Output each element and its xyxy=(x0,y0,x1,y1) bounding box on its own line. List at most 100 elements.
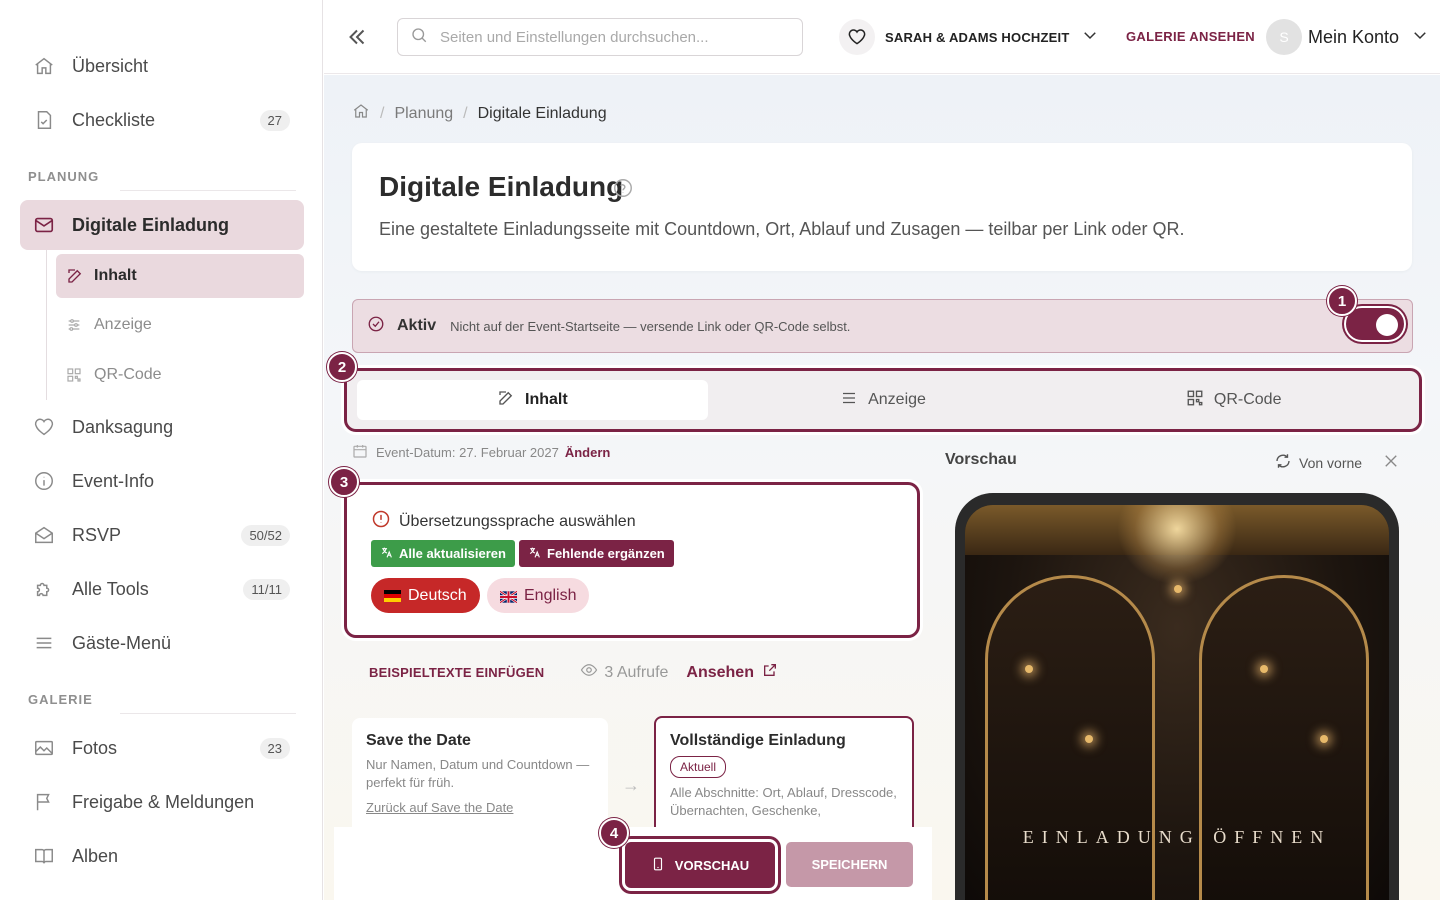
chandelier xyxy=(1117,505,1237,585)
flag-icon xyxy=(32,790,56,814)
language-label: Deutsch xyxy=(408,586,467,604)
refresh-icon xyxy=(1274,452,1292,473)
view-invitation-link[interactable]: Ansehen xyxy=(686,662,778,683)
restart-label: Von vorne xyxy=(1299,454,1363,471)
fill-missing-label: Fehlende ergänzen xyxy=(547,546,665,561)
tab-inhalt[interactable]: Inhalt xyxy=(357,380,708,420)
mail-icon xyxy=(32,213,56,237)
status-label: Aktiv xyxy=(397,317,437,334)
tab-label: QR-Code xyxy=(1213,391,1282,408)
nav-item-thanks[interactable]: Danksagung xyxy=(20,402,304,452)
nav-item-label: Digitale Einladung xyxy=(72,214,230,235)
qr-code-icon xyxy=(66,367,84,383)
close-icon[interactable] xyxy=(1382,452,1400,470)
preview-label: VORSCHAU xyxy=(674,857,750,873)
invitation-preview-image[interactable]: EINLADUNG ÖFFNEN xyxy=(965,505,1389,900)
fill-missing-button[interactable]: Fehlende ergänzen xyxy=(519,540,674,567)
nav-item-albums[interactable]: Alben xyxy=(20,831,304,881)
event-name: SARAH & ADAMS HOCHZEIT xyxy=(885,29,1070,45)
nav-item-label: Alle Tools xyxy=(72,578,149,599)
back-to-save-the-date-link[interactable]: Zurück auf Save the Date xyxy=(366,800,594,815)
nav-item-label: Danksagung xyxy=(72,416,174,437)
info-icon xyxy=(32,469,56,493)
save-button[interactable]: SPEICHERN xyxy=(786,842,913,887)
breadcrumb-separator: / xyxy=(463,104,468,122)
nav-item-checklist[interactable]: Checkliste 27 xyxy=(20,95,304,145)
active-toggle[interactable] xyxy=(1346,308,1404,340)
nav-item-digital-invitation[interactable]: Digitale Einladung xyxy=(20,200,304,250)
open-invitation-text[interactable]: EINLADUNG ÖFFNEN xyxy=(965,827,1389,848)
light-orb xyxy=(1025,665,1033,673)
phone-preview: EINLADUNG ÖFFNEN xyxy=(955,493,1399,900)
toggle-knob xyxy=(1376,314,1398,336)
help-icon[interactable] xyxy=(612,177,634,199)
nav-item-all-tools[interactable]: Alle Tools 11/11 xyxy=(20,564,304,614)
view-link-label: Ansehen xyxy=(686,663,754,681)
full-invitation-card[interactable]: Vollständige Einladung Aktuell Alle Absc… xyxy=(654,716,914,841)
nav-item-guest-menu[interactable]: Gäste-Menü xyxy=(20,618,304,668)
section-label-planung: PLANUNG xyxy=(28,169,100,184)
sub-item-label: QR-Code xyxy=(94,366,162,383)
avatar: S xyxy=(1266,19,1302,55)
uk-flag-icon xyxy=(499,589,518,604)
language-pill-english[interactable]: English xyxy=(487,578,590,613)
tab-anzeige[interactable]: Anzeige xyxy=(708,380,1059,420)
sub-item-anzeige[interactable]: Anzeige xyxy=(56,303,304,347)
insert-sample-texts-link[interactable]: BEISPIELTEXTE EINFÜGEN xyxy=(369,665,544,680)
status-text: Nicht auf der Event-Startseite — versend… xyxy=(450,318,851,334)
puzzle-icon xyxy=(32,577,56,601)
account-menu[interactable]: S Mein Konto xyxy=(1266,18,1429,56)
event-date-text: Event-Datum: 27. Februar 2027 xyxy=(376,445,559,460)
save-the-date-card[interactable]: Save the Date Nur Namen, Datum und Count… xyxy=(352,718,608,838)
nav-item-photos[interactable]: Fotos 23 xyxy=(20,723,304,773)
german-flag-icon xyxy=(384,589,401,602)
external-link-icon xyxy=(762,662,778,683)
divider xyxy=(120,713,296,714)
restart-preview-button[interactable]: Von vorne xyxy=(1274,452,1362,473)
page-description: Eine gestaltete Einladungsseite mit Coun… xyxy=(379,219,1185,239)
breadcrumb-separator: / xyxy=(380,104,385,122)
tab-qr-code[interactable]: QR-Code xyxy=(1058,380,1409,420)
count-badge: 50/52 xyxy=(241,524,290,546)
qr-code-icon xyxy=(1186,389,1204,412)
card-title: Save the Date xyxy=(366,732,471,749)
home-icon[interactable] xyxy=(352,102,370,125)
translate-icon xyxy=(528,546,542,562)
submenu-line xyxy=(46,250,47,400)
card-text: Nur Namen, Datum und Countdown — perfekt… xyxy=(366,757,590,790)
actions-row: BEISPIELTEXTE EINFÜGEN 3 Aufrufe Ansehen xyxy=(369,661,778,684)
update-all-button[interactable]: Alle aktualisieren xyxy=(371,540,515,567)
heart-icon xyxy=(32,415,56,439)
nav-item-label: Freigabe & Meldungen xyxy=(72,791,255,812)
chevron-down-icon xyxy=(1081,26,1099,49)
door-right xyxy=(1199,575,1369,900)
preview-button[interactable]: VORSCHAU xyxy=(625,842,775,888)
sliders-icon xyxy=(840,389,858,412)
collapse-sidebar-icon[interactable] xyxy=(344,24,370,50)
event-selector[interactable]: SARAH & ADAMS HOCHZEIT xyxy=(839,18,1099,56)
nav-item-label: Übersicht xyxy=(72,55,149,76)
nav-item-rsvp[interactable]: RSVP 50/52 xyxy=(20,510,304,560)
update-all-label: Alle aktualisieren xyxy=(399,546,506,561)
edit-icon xyxy=(66,267,84,285)
current-badge: Aktuell xyxy=(670,756,727,778)
nav-item-event-info[interactable]: Event-Info xyxy=(20,456,304,506)
card-title: Vollständige Einladung xyxy=(670,732,846,749)
sub-item-label: Anzeige xyxy=(94,316,152,333)
view-gallery-link[interactable]: GALERIE ANSEHEN xyxy=(1126,29,1255,44)
eye-icon xyxy=(580,661,598,684)
section-label-galerie: GALERIE xyxy=(28,692,93,707)
sidebar: Übersicht Checkliste 27 PLANUNG Digitale… xyxy=(0,0,323,900)
views-text: 3 Aufrufe xyxy=(604,663,669,681)
change-date-link[interactable]: Ändern xyxy=(565,445,611,460)
sub-item-qr-code[interactable]: QR-Code xyxy=(56,353,304,397)
breadcrumb-parent[interactable]: Planung xyxy=(394,105,453,123)
nav-item-overview[interactable]: Übersicht xyxy=(20,41,304,91)
nav-item-release-reports[interactable]: Freigabe & Meldungen xyxy=(20,777,304,827)
door-left xyxy=(985,575,1155,900)
sub-item-inhalt[interactable]: Inhalt xyxy=(56,254,304,298)
language-pill-german[interactable]: Deutsch xyxy=(371,578,480,613)
translate-icon xyxy=(380,546,394,562)
search-input[interactable] xyxy=(440,28,780,46)
status-bar: Aktiv Nicht auf der Event-Startseite — v… xyxy=(352,299,1413,353)
